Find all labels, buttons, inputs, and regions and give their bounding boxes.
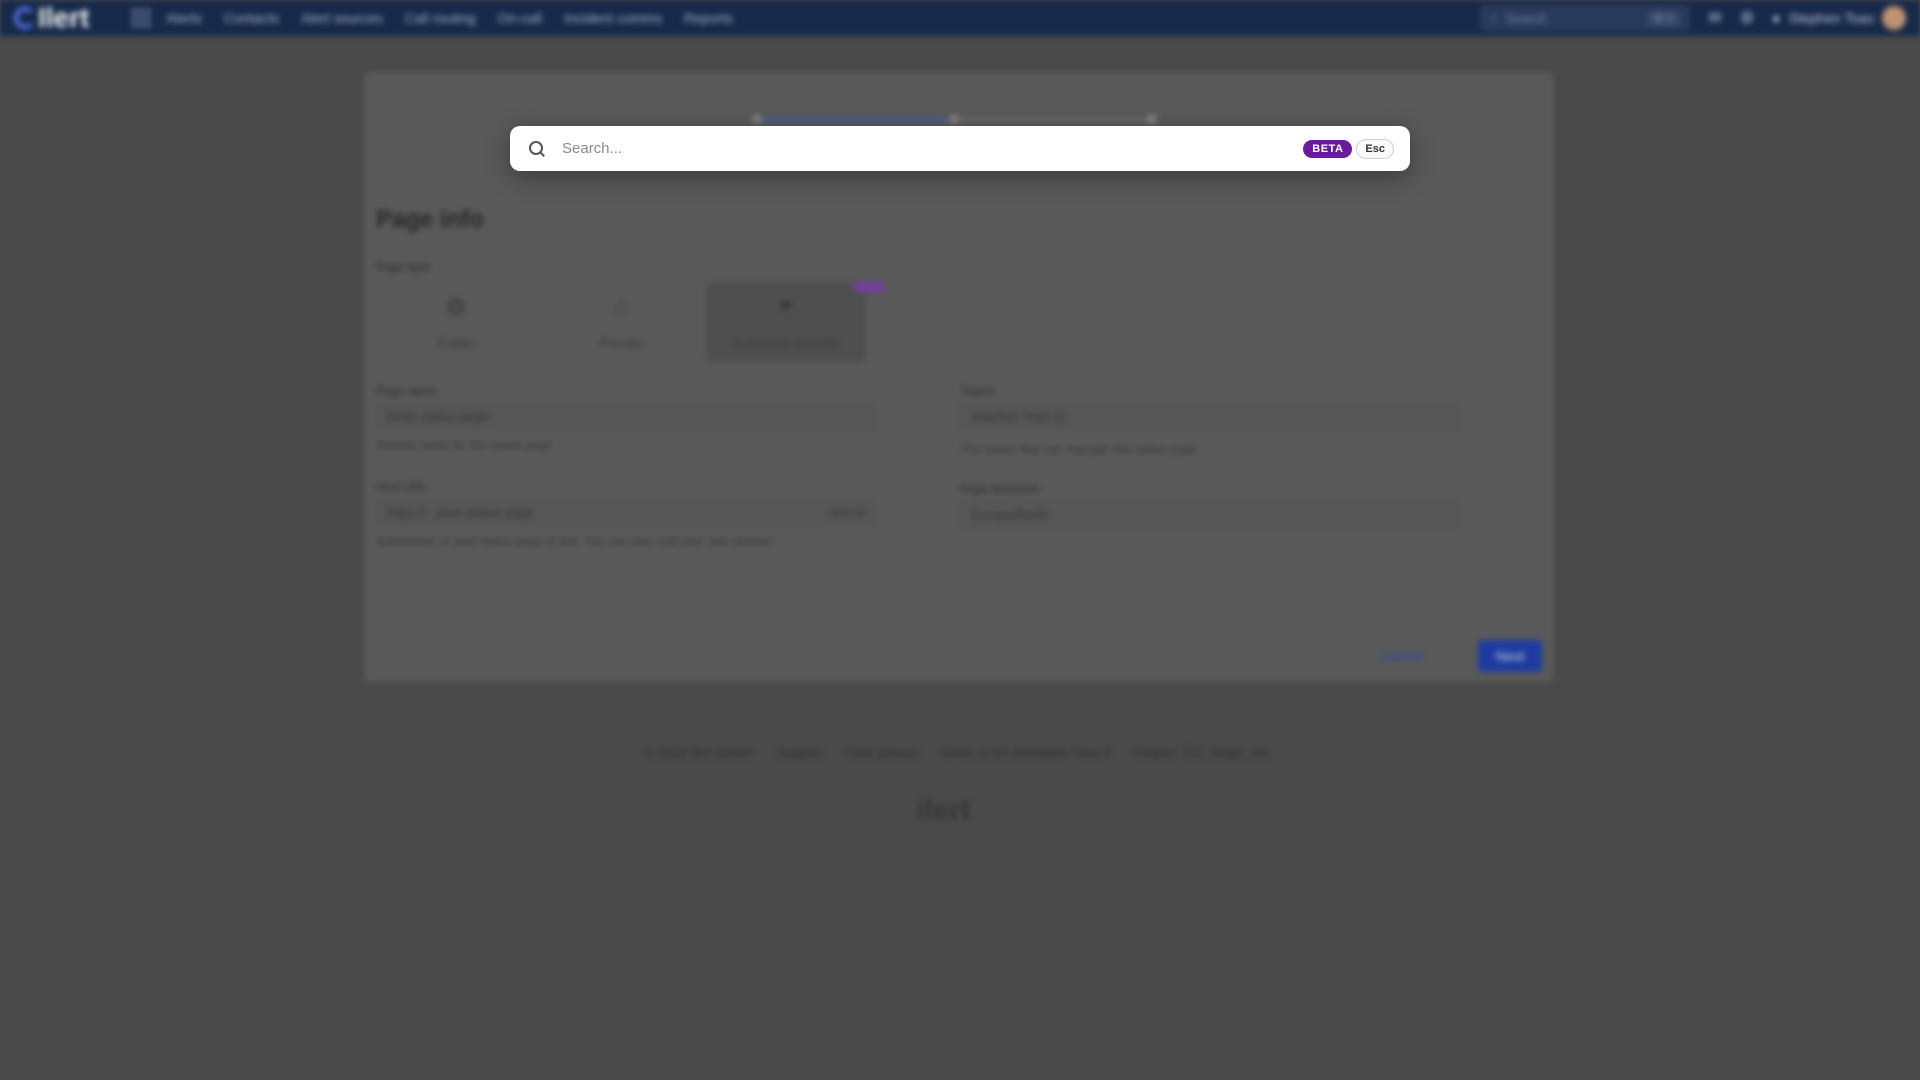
search-dialog: BETA Esc — [510, 126, 1410, 171]
esc-key-hint[interactable]: Esc — [1356, 138, 1394, 159]
search-input[interactable] — [562, 133, 1304, 164]
search-icon — [528, 140, 546, 158]
beta-badge: BETA — [1303, 139, 1353, 158]
